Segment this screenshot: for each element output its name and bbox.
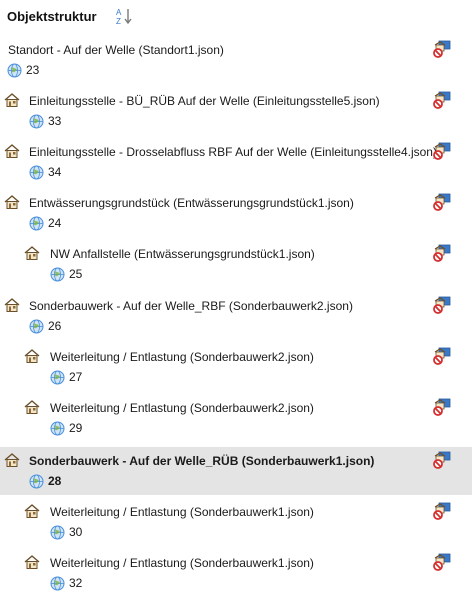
- panel-header: Objektstruktur A Z: [0, 0, 472, 32]
- child-id: 34: [48, 165, 62, 179]
- open-structure-icon[interactable]: [432, 553, 452, 571]
- svg-text:A: A: [116, 8, 122, 17]
- open-structure-icon[interactable]: [432, 244, 452, 262]
- child-id: 25: [69, 267, 83, 281]
- child-id: 23: [26, 63, 40, 77]
- tree-node[interactable]: Einleitungsstelle - BÜ_RÜB Auf der Welle…: [0, 87, 472, 135]
- tree-node-child[interactable]: 30: [50, 523, 82, 541]
- tree-node-label: Einleitungsstelle - BÜ_RÜB Auf der Welle…: [29, 94, 380, 108]
- tree-node[interactable]: Weiterleitung / Entlastung (Sonderbauwer…: [0, 549, 472, 597]
- globe-icon: [29, 216, 44, 231]
- open-structure-icon[interactable]: [432, 142, 452, 160]
- tree-node-label: Weiterleitung / Entlastung (Sonderbauwer…: [50, 350, 314, 364]
- child-id: 24: [48, 216, 62, 230]
- child-id: 32: [69, 576, 83, 590]
- open-structure-icon[interactable]: [432, 296, 452, 314]
- tree-node-label: Einleitungsstelle - Drosselabfluss RBF A…: [29, 145, 437, 159]
- tree-node[interactable]: Sonderbauwerk - Auf der Welle_RBF (Sonde…: [0, 292, 472, 340]
- tree-node[interactable]: Standort - Auf der Welle (Standort1.json…: [0, 36, 472, 84]
- house-icon: [4, 297, 20, 313]
- globe-icon: [7, 63, 22, 78]
- tree-node-label: Sonderbauwerk - Auf der Welle_RÜB (Sonde…: [29, 454, 375, 468]
- tree-node-child[interactable]: 28: [29, 472, 61, 490]
- tree-node-child[interactable]: 26: [29, 317, 61, 335]
- open-structure-icon[interactable]: [432, 40, 452, 58]
- tree-node-child[interactable]: 24: [29, 214, 61, 232]
- tree-node-child[interactable]: 23: [7, 61, 39, 79]
- tree-node-child[interactable]: 33: [29, 112, 61, 130]
- open-structure-icon[interactable]: [432, 398, 452, 416]
- open-structure-icon[interactable]: [432, 193, 452, 211]
- tree-node-label: NW Anfallstelle (Entwässerungsgrundstück…: [50, 247, 315, 261]
- globe-icon: [50, 421, 65, 436]
- open-structure-icon[interactable]: [432, 347, 452, 365]
- globe-icon: [29, 165, 44, 180]
- tree-node-label: Entwässerungsgrundstück (Entwässerungsgr…: [29, 196, 354, 210]
- tree-node[interactable]: NW Anfallstelle (Entwässerungsgrundstück…: [0, 240, 472, 288]
- tree-node[interactable]: Weiterleitung / Entlastung (Sonderbauwer…: [0, 343, 472, 391]
- globe-icon: [50, 267, 65, 282]
- tree-node-label: Weiterleitung / Entlastung (Sonderbauwer…: [50, 505, 314, 519]
- open-structure-icon[interactable]: [432, 502, 452, 520]
- house-icon: [24, 503, 40, 519]
- house-icon: [24, 399, 40, 415]
- sort-az-icon[interactable]: A Z: [115, 6, 135, 26]
- tree-node[interactable]: Sonderbauwerk - Auf der Welle_RÜB (Sonde…: [0, 447, 472, 495]
- child-id: 26: [48, 319, 62, 333]
- tree-node-label: Weiterleitung / Entlastung (Sonderbauwer…: [50, 556, 314, 570]
- svg-text:Z: Z: [116, 17, 121, 26]
- globe-icon: [29, 474, 44, 489]
- globe-icon: [50, 525, 65, 540]
- tree-node-label: Weiterleitung / Entlastung (Sonderbauwer…: [50, 401, 314, 415]
- tree-node-child[interactable]: 29: [50, 419, 82, 437]
- child-id: 28: [48, 474, 62, 488]
- tree-node-child[interactable]: 34: [29, 163, 61, 181]
- open-structure-icon[interactable]: [432, 91, 452, 109]
- tree-node[interactable]: Weiterleitung / Entlastung (Sonderbauwer…: [0, 394, 472, 442]
- house-icon: [4, 452, 20, 468]
- child-id: 33: [48, 114, 62, 128]
- child-id: 29: [69, 421, 83, 435]
- globe-icon: [50, 370, 65, 385]
- tree-node-label: Standort - Auf der Welle (Standort1.json…: [8, 43, 224, 57]
- house-icon: [4, 143, 20, 159]
- globe-icon: [29, 114, 44, 129]
- house-icon: [24, 245, 40, 261]
- tree-node-child[interactable]: 27: [50, 368, 82, 386]
- tree-node-child[interactable]: 32: [50, 574, 82, 592]
- house-icon: [24, 554, 40, 570]
- house-icon: [24, 348, 40, 364]
- child-id: 27: [69, 370, 83, 384]
- globe-icon: [29, 319, 44, 334]
- open-structure-icon[interactable]: [432, 451, 452, 469]
- panel-title: Objektstruktur: [7, 9, 97, 24]
- globe-icon: [50, 576, 65, 591]
- house-icon: [4, 92, 20, 108]
- tree-node[interactable]: Weiterleitung / Entlastung (Sonderbauwer…: [0, 498, 472, 546]
- child-id: 30: [69, 525, 83, 539]
- tree-node[interactable]: Entwässerungsgrundstück (Entwässerungsgr…: [0, 189, 472, 237]
- house-icon: [4, 194, 20, 210]
- tree-node[interactable]: Einleitungsstelle - Drosselabfluss RBF A…: [0, 138, 472, 186]
- tree-node-label: Sonderbauwerk - Auf der Welle_RBF (Sonde…: [29, 299, 353, 313]
- tree-node-child[interactable]: 25: [50, 265, 82, 283]
